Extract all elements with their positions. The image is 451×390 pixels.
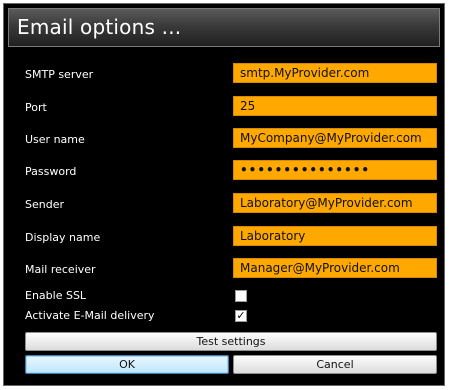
user-name-label: User name xyxy=(25,133,85,146)
sender-input[interactable] xyxy=(233,193,437,213)
title-bar: Email options ... xyxy=(8,8,440,47)
email-options-dialog: Email options ... SMTP server Port User … xyxy=(3,3,445,386)
dialog-title: Email options ... xyxy=(17,15,182,39)
mail-receiver-input[interactable] xyxy=(233,258,437,278)
enable-ssl-checkbox[interactable] xyxy=(235,290,247,302)
smtp-server-input[interactable] xyxy=(233,63,437,83)
display-name-input[interactable] xyxy=(233,226,437,246)
user-name-input[interactable] xyxy=(233,128,437,148)
display-name-label: Display name xyxy=(25,231,101,244)
ok-button[interactable]: OK xyxy=(25,355,229,374)
port-input[interactable] xyxy=(233,96,437,116)
mail-receiver-label: Mail receiver xyxy=(25,263,96,276)
cancel-button[interactable]: Cancel xyxy=(233,355,437,374)
password-label: Password xyxy=(25,165,77,178)
smtp-server-label: SMTP server xyxy=(25,68,94,81)
activate-delivery-checkbox[interactable]: ✓ xyxy=(235,310,247,322)
port-label: Port xyxy=(25,101,47,114)
sender-label: Sender xyxy=(25,198,64,211)
enable-ssl-label: Enable SSL xyxy=(25,289,87,302)
test-settings-button[interactable]: Test settings xyxy=(25,332,437,351)
activate-delivery-label: Activate E-Mail delivery xyxy=(25,309,155,322)
password-input[interactable]: ••••••••••••••• xyxy=(233,160,437,180)
